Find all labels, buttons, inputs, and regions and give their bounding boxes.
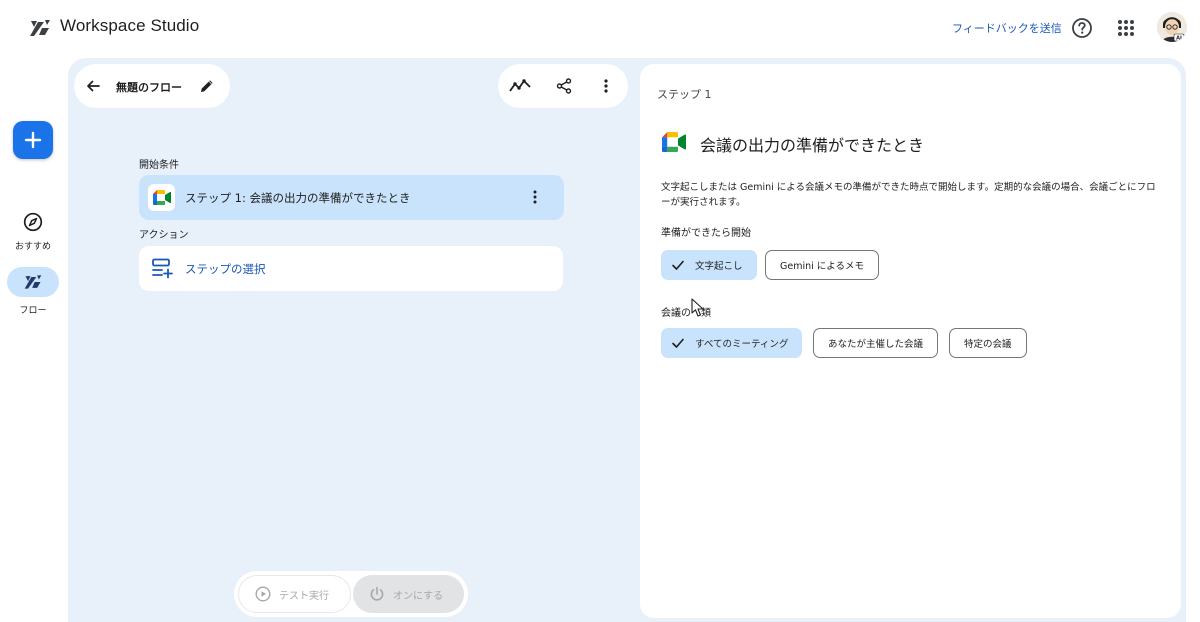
more-vert-icon[interactable] <box>525 187 545 207</box>
chip-specific-meetings[interactable]: 特定の会議 <box>949 328 1027 358</box>
more-vert-icon[interactable] <box>595 75 617 97</box>
rail-item-label: フロー <box>19 306 47 316</box>
app-root: Workspace Studio フィードバックを送信 AI おすすめ フロー … <box>0 0 1200 622</box>
mouse-cursor-icon <box>691 298 705 318</box>
flow-icon <box>7 267 59 297</box>
action-section-label: アクション <box>139 230 189 241</box>
google-meet-icon <box>148 184 175 211</box>
top-bar: Workspace Studio フィードバックを送信 AI <box>0 0 1200 56</box>
chip-label: Gemini によるメモ <box>780 261 864 272</box>
select-step-label: ステップの選択 <box>185 262 266 276</box>
chip-label: 文字起こし <box>695 261 743 272</box>
google-meet-icon <box>662 132 686 156</box>
rail-item-flows[interactable]: フロー <box>0 267 66 316</box>
run-controls: テスト実行 オンにする <box>234 571 468 617</box>
chip-gemini-notes[interactable]: Gemini によるメモ <box>765 250 879 280</box>
avatar-badge-text: AI <box>1176 36 1182 42</box>
select-step-card[interactable]: ステップの選択 <box>139 246 563 291</box>
flow-name[interactable]: 無題のフロー <box>116 79 182 95</box>
plus-icon <box>24 131 42 149</box>
chip-label: 特定の会議 <box>964 339 1012 350</box>
create-button[interactable] <box>13 121 53 159</box>
chip-all-meetings[interactable]: すべてのミーティング <box>661 328 803 358</box>
panel-description: 文字起こしまたは Gemini による会議メモの準備ができた時点で開始します。定… <box>661 182 1156 208</box>
turn-on-label: オンにする <box>393 590 444 602</box>
test-run-label: テスト実行 <box>279 590 329 602</box>
chip-label: すべてのミーティング <box>695 339 789 350</box>
pencil-icon[interactable] <box>196 75 218 97</box>
check-icon <box>672 338 684 348</box>
panel-title: 会議の出力の準備ができたとき <box>700 136 925 155</box>
add-step-icon <box>151 257 173 279</box>
rail-item-recommended[interactable]: おすすめ <box>0 207 66 252</box>
trigger-step-label: ステップ 1: 会議の出力の準備ができたとき <box>185 191 411 205</box>
avatar[interactable]: AI <box>1157 12 1187 42</box>
test-run-button[interactable]: テスト実行 <box>238 575 351 613</box>
chip-transcript[interactable]: 文字起こし <box>661 250 757 280</box>
activity-chart-icon[interactable] <box>509 75 531 97</box>
check-icon <box>672 260 684 270</box>
trigger-step-card[interactable]: ステップ 1: 会議の出力の準備ができたとき <box>139 175 564 220</box>
share-icon[interactable] <box>553 75 575 97</box>
app-title: Workspace Studio <box>60 16 200 35</box>
step-details-panel: ステップ 1 会議の出力の準備ができたとき 文字起こしまたは Gemini によ… <box>640 64 1181 618</box>
rail-item-label: おすすめ <box>14 242 51 252</box>
flow-title-bar: 無題のフロー <box>74 64 230 108</box>
help-icon[interactable] <box>1070 16 1094 40</box>
apps-grid-icon[interactable] <box>1114 16 1138 40</box>
start-condition-label: 開始条件 <box>139 160 179 171</box>
chip-hosted-meetings[interactable]: あなたが主催した会議 <box>813 328 939 358</box>
panel-step-heading: ステップ 1 <box>657 88 712 101</box>
turn-on-button[interactable]: オンにする <box>353 575 464 613</box>
workspace-studio-logo-icon[interactable] <box>28 16 52 40</box>
play-circle-icon <box>255 586 271 602</box>
power-icon <box>370 586 384 601</box>
ready-section-label: 準備ができたら開始 <box>661 228 751 239</box>
compass-icon <box>7 207 59 237</box>
back-arrow-icon[interactable] <box>82 75 104 97</box>
chip-label: あなたが主催した会議 <box>828 339 924 350</box>
feedback-link[interactable]: フィードバックを送信 <box>952 20 1062 36</box>
canvas-toolbar <box>498 64 628 108</box>
